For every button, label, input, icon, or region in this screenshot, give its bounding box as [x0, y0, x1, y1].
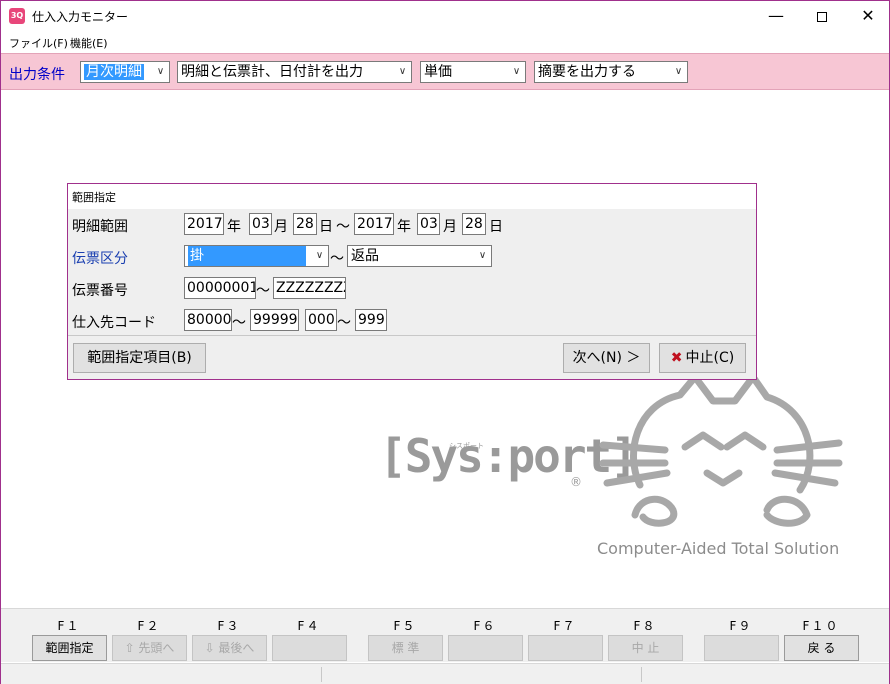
slip-type-from-select[interactable]: 掛 ∨	[184, 245, 329, 267]
supplier-code-from-field[interactable]: 80000	[184, 309, 232, 331]
range-tilde: ～	[337, 315, 351, 331]
month-unit: 月	[274, 219, 288, 235]
range-tilde: ～	[330, 251, 344, 267]
slip-type-to-select[interactable]: 返品 ∨	[347, 245, 492, 267]
year-unit: 年	[227, 219, 241, 235]
day-unit: 日	[489, 219, 503, 235]
slip-number-to-field[interactable]: ZZZZZZZZ	[273, 277, 346, 299]
registered-mark: ®	[570, 475, 582, 489]
from-month-field[interactable]: 03	[249, 213, 272, 235]
slip-number-label: 伝票番号	[72, 283, 128, 299]
chevron-down-icon: ∨	[508, 62, 525, 82]
fkey-f9-button[interactable]	[704, 635, 779, 661]
slip-type-to-value: 返品	[351, 248, 379, 264]
sysport-logo-ruby: シスポート	[449, 442, 484, 450]
supplier-code-label: 仕入先コード	[72, 315, 156, 331]
fkey-label-f1: F１	[57, 619, 81, 633]
chevron-down-icon: ∨	[474, 246, 491, 266]
cancel-button-label: 中止(C)	[685, 350, 735, 366]
function-key-bar: F１ 範囲指定 F２ ⇧ 先頭へ F３ ⇩ 最後へ F４ F５ 標 準 F６ F…	[1, 608, 889, 662]
menu-file[interactable]: ファイル(F)	[9, 35, 68, 51]
menu-bar: ファイル(F) 機能(E)	[1, 32, 889, 52]
chevron-down-icon: ∨	[311, 246, 328, 266]
fkey-label-f8: F８	[633, 619, 657, 633]
summary-value: 摘要を出力する	[538, 64, 636, 80]
output-conditions-bar: 出力条件 月次明細 ∨ 明細と伝票計、日付計を出力 ∨ 単価 ∨ 摘要を出力する…	[1, 53, 889, 90]
status-divider	[641, 667, 642, 682]
to-year-field[interactable]: 2017	[354, 213, 394, 235]
range-tilde: ～	[256, 283, 270, 299]
fkey-f8-cancel-button[interactable]: 中 止	[608, 635, 683, 661]
fkey-f5-standard-button[interactable]: 標 準	[368, 635, 443, 661]
title-bar: 3Q 仕入入力モニター — ✕	[1, 1, 889, 31]
range-dialog-header: 範囲指定	[68, 184, 756, 209]
fkey-f6-button[interactable]	[448, 635, 523, 661]
cat-logo-icon	[599, 373, 843, 527]
range-tilde: ～	[232, 315, 246, 331]
app-icon: 3Q	[9, 8, 25, 24]
fkey-label-f10: F１０	[802, 619, 840, 633]
supplier-subcode-from-field[interactable]: 000	[305, 309, 337, 331]
dialog-divider	[68, 335, 756, 336]
fkey-label-f7: F７	[553, 619, 577, 633]
logo-tagline: Computer-Aided Total Solution	[597, 539, 840, 558]
fkey-label-f5: F５	[393, 619, 417, 633]
day-unit: 日	[319, 219, 333, 235]
fkey-label-f6: F６	[473, 619, 497, 633]
fkey-label-f3: F３	[217, 619, 241, 633]
status-bar	[1, 663, 889, 684]
range-dialog-title: 範囲指定	[72, 191, 116, 204]
output-type-value: 月次明細	[84, 64, 144, 80]
month-unit: 月	[443, 219, 457, 235]
chevron-down-icon: ∨	[670, 62, 687, 82]
range-items-button[interactable]: 範囲指定項目(B)	[73, 343, 206, 373]
app-window: 3Q 仕入入力モニター — ✕ ファイル(F) 機能(E) 出力条件 月次明細 …	[0, 0, 890, 684]
supplier-subcode-to-field[interactable]: 999	[355, 309, 387, 331]
from-year-field[interactable]: 2017	[184, 213, 224, 235]
fkey-label-f2: F２	[137, 619, 161, 633]
price-select[interactable]: 単価 ∨	[420, 61, 526, 83]
window-title: 仕入入力モニター	[32, 10, 129, 24]
output-detail-select[interactable]: 明細と伝票計、日付計を出力 ∨	[177, 61, 412, 83]
maximize-icon	[817, 11, 827, 22]
fkey-f1-range-button[interactable]: 範囲指定	[32, 635, 107, 661]
chevron-down-icon: ∨	[394, 62, 411, 82]
fkey-f2-first-button[interactable]: ⇧ 先頭へ	[112, 635, 187, 661]
cancel-button[interactable]: ✖ 中止(C)	[659, 343, 746, 373]
chevron-down-icon: ∨	[152, 62, 169, 82]
fkey-f4-button[interactable]	[272, 635, 347, 661]
fkey-f10-back-button[interactable]: 戻 る	[784, 635, 859, 661]
minimize-button[interactable]: —	[753, 1, 799, 31]
range-dialog: 範囲指定 明細範囲 2017 年 03 月 28 日 ～ 2017 年 03 月…	[67, 183, 757, 380]
to-month-field[interactable]: 03	[417, 213, 440, 235]
from-day-field[interactable]: 28	[293, 213, 317, 235]
status-divider	[321, 667, 322, 682]
supplier-code-to-field[interactable]: 99999	[250, 309, 299, 331]
detail-range-label: 明細範囲	[72, 219, 128, 235]
fkey-label-f4: F４	[297, 619, 321, 633]
summary-select[interactable]: 摘要を出力する ∨	[534, 61, 688, 83]
slip-type-from-value: 掛	[188, 246, 306, 266]
price-value: 単価	[424, 64, 452, 80]
output-type-select[interactable]: 月次明細 ∨	[80, 61, 170, 83]
fkey-f7-button[interactable]	[528, 635, 603, 661]
cancel-x-icon: ✖	[670, 350, 683, 366]
maximize-button[interactable]	[799, 1, 845, 31]
output-conditions-label: 出力条件	[9, 67, 65, 83]
fkey-f3-last-button[interactable]: ⇩ 最後へ	[192, 635, 267, 661]
output-detail-value: 明細と伝票計、日付計を出力	[181, 64, 363, 80]
to-day-field[interactable]: 28	[462, 213, 486, 235]
menu-function[interactable]: 機能(E)	[70, 35, 108, 51]
slip-number-from-field[interactable]: 00000001	[184, 277, 256, 299]
year-unit: 年	[397, 219, 411, 235]
fkey-label-f9: F９	[729, 619, 753, 633]
next-button[interactable]: 次へ(N) ＞	[563, 343, 650, 373]
slip-type-label: 伝票区分	[72, 251, 128, 267]
range-tilde: ～	[336, 219, 350, 235]
close-button[interactable]: ✕	[845, 1, 890, 31]
